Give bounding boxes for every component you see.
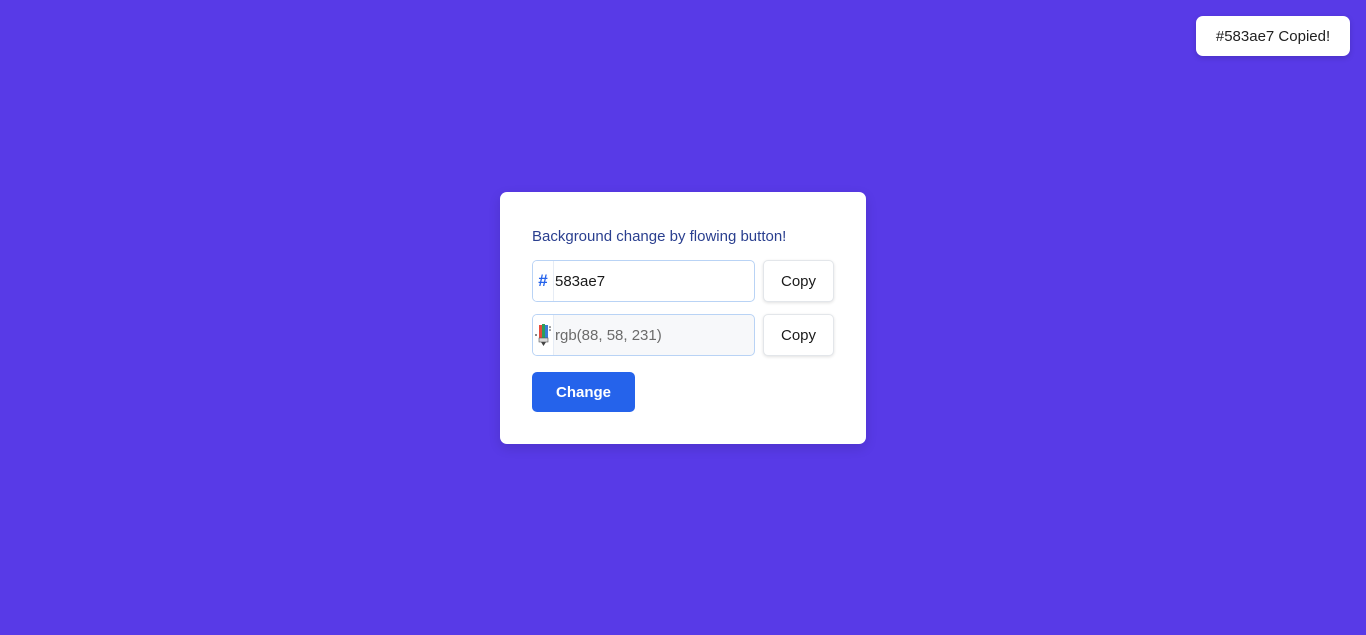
card-subtitle: Background change by flowing button!: [532, 228, 787, 245]
hash-icon: #: [533, 261, 554, 301]
rgb-input-group: [532, 314, 755, 356]
hex-input[interactable]: [554, 261, 754, 301]
toast-message: #583ae7 Copied!: [1215, 27, 1331, 45]
change-button[interactable]: Change: [532, 372, 635, 412]
color-pencils-icon-svg: [535, 324, 551, 346]
hex-input-group: #: [532, 260, 755, 302]
rgb-input[interactable]: [554, 315, 754, 355]
copy-hex-button[interactable]: Copy: [763, 260, 834, 302]
copy-rgb-button[interactable]: Copy: [763, 314, 834, 356]
hash-symbol: #: [538, 271, 548, 290]
copied-toast: #583ae7 Copied!: [1196, 16, 1350, 56]
color-pencils-icon: [533, 315, 554, 355]
color-card: Background change by flowing button! # C…: [500, 192, 866, 444]
